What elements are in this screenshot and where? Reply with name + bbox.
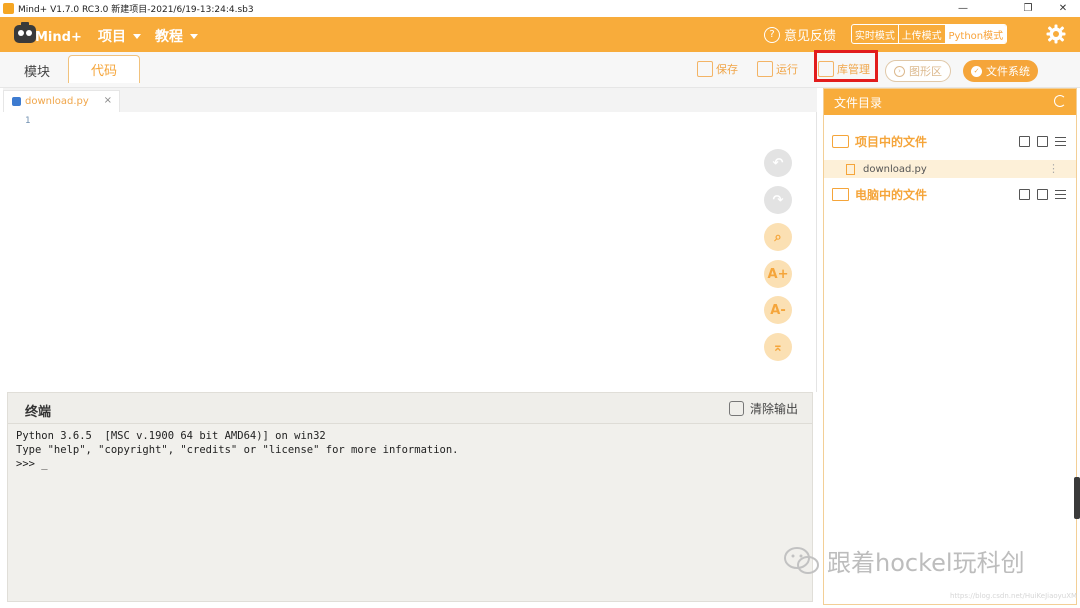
graph-area-button[interactable]: › 图形区	[885, 60, 951, 82]
logo-text: Mind+	[35, 30, 82, 45]
window-titlebar: Mind+ V1.7.0 RC3.0 新建项目-2021/6/19-13:24:…	[0, 0, 1080, 17]
computer-files-section[interactable]: 电脑中的文件	[832, 186, 927, 203]
terminal-header: 终端 清除输出	[8, 393, 812, 424]
font-increase-icon[interactable]: A+	[764, 260, 792, 288]
library-highlight-box	[814, 50, 878, 82]
file-system-button[interactable]: ✓ 文件系统	[963, 60, 1038, 82]
minimize-button[interactable]: —	[946, 0, 980, 17]
clear-output-button[interactable]: 清除输出	[728, 400, 798, 417]
watermark-text: 跟着hockel玩科创	[827, 549, 1025, 577]
menu-project-label: 项目	[98, 29, 126, 45]
font-decrease-icon[interactable]: A-	[764, 296, 792, 324]
redo-icon[interactable]: ↷	[764, 186, 792, 214]
file-directory-panel: 文件目录 项目中的文件 download.py ⋮ 电脑中的文件	[823, 88, 1077, 605]
file-icon	[846, 163, 855, 175]
app-header: Mind+ 项目 教程 ? 意见反馈 实时模式 上传模式 Python模式	[0, 17, 1080, 52]
clear-output-label: 清除输出	[749, 402, 798, 416]
app-icon	[3, 3, 14, 14]
run-button[interactable]: 运行	[757, 59, 798, 79]
graph-icon: ›	[894, 65, 905, 77]
window-title: Mind+ V1.7.0 RC3.0 新建项目-2021/6/19-13:24:…	[18, 5, 254, 15]
search-icon[interactable]: ⌕	[764, 223, 792, 251]
terminal-panel[interactable]: 终端 清除输出 Python 3.6.5 [MSC v.1900 64 bit …	[7, 392, 813, 602]
mode-upload[interactable]: 上传模式	[899, 25, 946, 43]
menu-tutorial[interactable]: 教程	[155, 26, 198, 46]
settings-gear-icon[interactable]	[1046, 24, 1066, 44]
code-editor[interactable]: download.py × 1 ↶ ↷ ⌕ A+ A- ⌅	[3, 88, 817, 392]
new-file-icon[interactable]	[1019, 136, 1030, 147]
undo-icon[interactable]: ↶	[764, 149, 792, 177]
close-tab-icon[interactable]: ×	[104, 95, 112, 106]
save-label: 保存	[716, 63, 738, 76]
tab-code[interactable]: 代码	[68, 55, 140, 83]
brush-icon	[728, 401, 744, 416]
question-icon: ?	[764, 26, 780, 43]
file-directory-header: 文件目录	[824, 89, 1076, 115]
project-files-actions	[1019, 136, 1066, 147]
project-files-section[interactable]: 项目中的文件	[832, 133, 927, 150]
watermark-url: https://blog.csdn.net/HuiKeJiaoyuXM	[950, 592, 1078, 600]
run-label: 运行	[776, 63, 798, 76]
mode-python[interactable]: Python模式	[945, 25, 1006, 43]
toolbar: 模块 代码 保存 运行 库管理 › 图形区 ✓ 文件系统	[0, 52, 1080, 88]
terminal-output[interactable]: Python 3.6.5 [MSC v.1900 64 bit AMD64)] …	[8, 424, 812, 471]
watermark: 跟着hockel玩科创	[783, 543, 1025, 578]
project-files-label: 项目中的文件	[855, 135, 928, 149]
computer-icon	[832, 188, 849, 201]
file-tab-download[interactable]: download.py ×	[3, 90, 120, 112]
tab-blocks[interactable]: 模块	[8, 57, 66, 83]
mindplus-logo: Mind+	[14, 22, 82, 45]
feedback-label: 意见反馈	[784, 29, 837, 44]
terminal-title: 终端	[25, 405, 52, 420]
new-file-icon[interactable]	[1019, 189, 1030, 200]
save-button[interactable]: 保存	[697, 59, 738, 79]
save-icon	[697, 61, 713, 77]
wechat-icon	[784, 546, 819, 574]
file-tab-label: download.py	[25, 96, 89, 107]
restore-button[interactable]: ❐	[1011, 0, 1045, 17]
scrollbar-handle[interactable]	[1074, 477, 1080, 519]
file-tabs: download.py ×	[3, 88, 817, 112]
new-folder-icon[interactable]	[1037, 136, 1048, 147]
python-file-icon	[12, 97, 21, 106]
mode-realtime[interactable]: 实时模式	[852, 25, 899, 43]
file-directory-title: 文件目录	[834, 95, 883, 110]
line-number: 1	[25, 116, 31, 126]
list-folder-icon	[832, 135, 849, 148]
files-label: 文件系统	[986, 65, 1030, 78]
menu-project[interactable]: 项目	[98, 26, 141, 46]
list-item[interactable]: download.py ⋮	[824, 160, 1076, 178]
computer-files-actions	[1019, 189, 1066, 200]
menu-tutorial-label: 教程	[155, 29, 183, 45]
new-folder-icon[interactable]	[1037, 189, 1048, 200]
more-options-icon[interactable]: ⋮	[1048, 162, 1059, 175]
menu-icon[interactable]	[1055, 190, 1066, 199]
chevron-down-icon	[190, 33, 198, 39]
close-window-button[interactable]: ✕	[1046, 0, 1080, 17]
scroll-top-icon[interactable]: ⌅	[764, 333, 792, 361]
mode-switcher: 实时模式 上传模式 Python模式	[851, 24, 1007, 44]
chevron-down-icon	[133, 33, 141, 39]
check-circle-icon: ✓	[971, 65, 982, 77]
file-name: download.py	[863, 163, 927, 175]
computer-files-label: 电脑中的文件	[855, 188, 928, 202]
graph-label: 图形区	[909, 65, 942, 78]
refresh-icon[interactable]	[1054, 95, 1066, 107]
feedback-button[interactable]: ? 意见反馈	[764, 25, 836, 44]
menu-icon[interactable]	[1055, 137, 1066, 146]
play-icon	[757, 61, 773, 77]
